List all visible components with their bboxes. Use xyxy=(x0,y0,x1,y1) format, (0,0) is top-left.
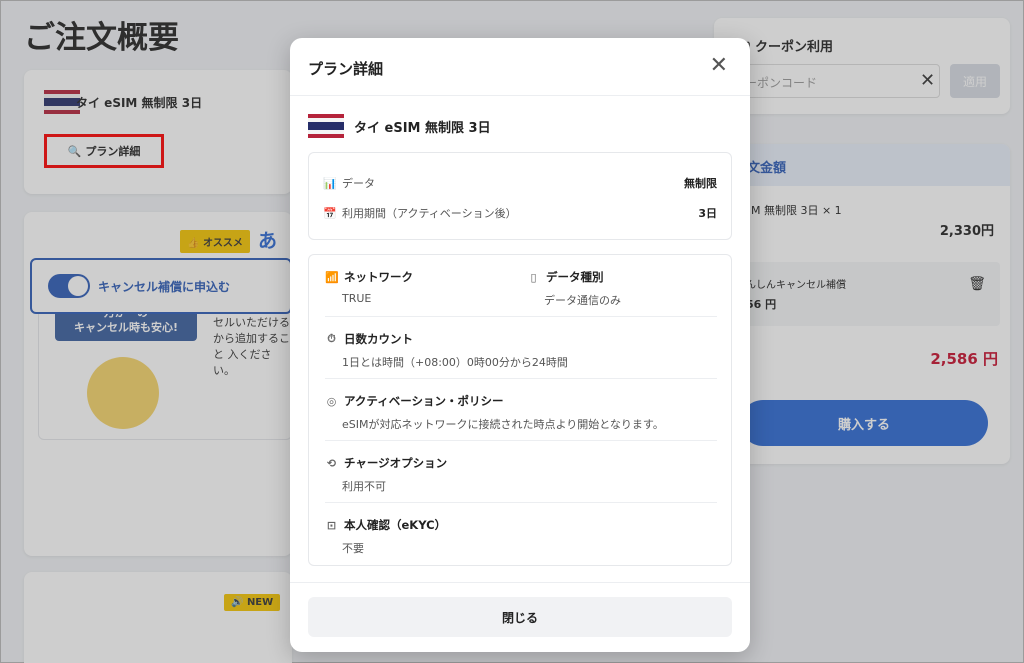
data-row: 📊 データ 無制限 xyxy=(323,176,717,191)
location-pin-icon: ◎ xyxy=(326,394,337,408)
plan-detail-modal: プラン詳細 ✕ タイ eSIM 無制限 3日 📊 データ 無制限 📅 利用期間（アク… xyxy=(290,38,750,652)
network-value: TRUE xyxy=(342,292,372,305)
network-section: 📶 ネットワーク TRUE ▯ データ種別 データ通信のみ xyxy=(325,255,717,317)
activation-section: ◎ アクティベーション・ポリシー eSIMが対応ネットワークに接続された時点より開… xyxy=(325,379,717,441)
face-scan-icon: ⊡ xyxy=(326,518,337,532)
modal-plan-header: タイ eSIM 無制限 3日 xyxy=(308,114,491,138)
bar-chart-icon: 📊 xyxy=(323,176,337,190)
close-button[interactable]: 閉じる xyxy=(308,597,732,637)
charge-value: 利用不可 xyxy=(342,480,386,493)
plan-details-box: 📶 ネットワーク TRUE ▯ データ種別 データ通信のみ ⏱ 日数カウント 1日とは… xyxy=(308,254,732,566)
ekyc-value: 不要 xyxy=(342,542,364,555)
day-count-section: ⏱ 日数カウント 1日とは時間（+08:00）0時00分から24時間 xyxy=(325,317,717,379)
calendar-icon: 📅 xyxy=(323,206,337,220)
thailand-flag-icon xyxy=(308,114,344,138)
close-icon[interactable]: ✕ xyxy=(710,52,728,80)
data-value: 無制限 xyxy=(684,177,717,190)
modal-title: プラン詳細 xyxy=(308,60,384,78)
modal-header: プラン詳細 ✕ xyxy=(290,38,750,96)
sim-card-icon: ▯ xyxy=(530,270,537,284)
data-type-value: データ通信のみ xyxy=(544,294,621,307)
signal-icon: 📶 xyxy=(325,270,339,284)
day-count-value: 1日とは時間（+08:00）0時00分から24時間 xyxy=(342,356,568,369)
modal-footer: 閉じる xyxy=(290,582,750,652)
period-row: 📅 利用期間（アクティベーション後） 3日 xyxy=(323,206,717,221)
plan-summary-box: 📊 データ 無制限 📅 利用期間（アクティベーション後） 3日 xyxy=(308,152,732,240)
timer-icon: ⏱ xyxy=(327,332,336,345)
charge-section: ⟲ チャージオプション 利用不可 xyxy=(325,441,717,503)
activation-value: eSIMが対応ネットワークに接続された時点より開始となります。 xyxy=(342,418,664,431)
period-value: 3日 xyxy=(698,207,717,220)
ekyc-section: ⊡ 本人確認（eKYC） 不要 xyxy=(326,518,447,555)
charge-refresh-icon: ⟲ xyxy=(326,456,337,470)
modal-plan-name: タイ eSIM 無制限 3日 xyxy=(354,120,491,136)
